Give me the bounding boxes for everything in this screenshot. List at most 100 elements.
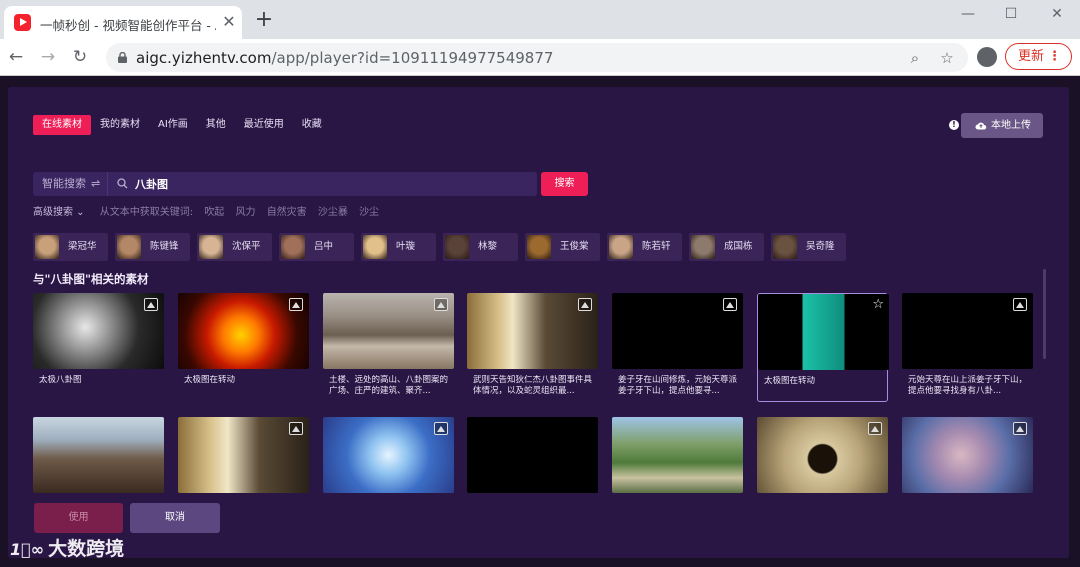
person-chip[interactable]: 林黎 (443, 233, 518, 261)
zoom-icon[interactable]: ⌕ (906, 49, 924, 67)
avatar (691, 235, 715, 259)
media-card[interactable]: 太极图在转动 (178, 293, 309, 402)
search-mode-select[interactable]: 智能搜索 ⇌ (33, 172, 108, 196)
upload-label: 本地上传 (991, 120, 1031, 131)
image-badge-icon (434, 422, 448, 435)
person-chip[interactable]: 吕中 (279, 233, 354, 261)
url-path: /app/player?id=10911194977549877 (271, 49, 554, 67)
bookmark-star-icon[interactable]: ☆ (938, 49, 956, 67)
media-thumbnail (757, 417, 888, 493)
search-button[interactable]: 搜索 (541, 172, 588, 196)
more-menu-icon[interactable]: ⋮ (1048, 44, 1061, 69)
avatar (199, 235, 223, 259)
avatar (363, 235, 387, 259)
window-close-icon[interactable]: ✕ (1047, 4, 1067, 24)
person-chip[interactable]: 陈键锋 (115, 233, 190, 261)
app-favicon-icon (14, 14, 31, 31)
minimize-icon[interactable]: — (958, 4, 978, 24)
media-card[interactable]: 元始天尊在山上派姜子牙下山，提点他要寻找身有八卦... (902, 293, 1033, 402)
media-card[interactable]: 姜子牙在山间修炼，元始天尊派姜子牙下山，提点他要寻... (612, 293, 743, 402)
media-card[interactable]: 土楼、远处的高山、八卦图案的广场、庄严的建筑、聚齐... (323, 293, 454, 402)
media-thumbnail (33, 293, 164, 369)
chrome-update-button[interactable]: 更新 ⋮ (1005, 43, 1072, 70)
update-label: 更新 (1018, 49, 1045, 64)
maximize-icon[interactable]: ☐ (1001, 4, 1021, 24)
tab-online-material[interactable]: 在线素材 (33, 115, 91, 135)
results-scrollbar[interactable] (1043, 269, 1046, 359)
avatar (281, 235, 305, 259)
reload-icon[interactable]: ↻ (70, 47, 90, 67)
tab-ai-painting[interactable]: AI作画 (149, 115, 197, 135)
tab-recent[interactable]: 最近使用 (235, 115, 293, 135)
local-upload-button[interactable]: 本地上传 (961, 113, 1043, 138)
avatar (609, 235, 633, 259)
favorite-star-icon[interactable]: ☆ (872, 297, 884, 312)
help-info-icon[interactable]: ! (949, 120, 959, 130)
browser-tabstrip: 一帧秒创 - 视频智能创作平台 - A ✕ + — ☐ ✕ (0, 0, 1080, 39)
search-input[interactable] (133, 172, 523, 196)
media-card[interactable]: 太极八卦图 (33, 293, 164, 402)
avatar (445, 235, 469, 259)
media-thumbnail (323, 293, 454, 369)
media-thumbnail (33, 417, 164, 493)
person-name: 林黎 (478, 241, 498, 252)
media-thumbnail (902, 293, 1033, 369)
media-card[interactable]: ☆ 太极图在转动 (757, 293, 889, 402)
keyword-chip[interactable]: 吹起 (204, 207, 224, 218)
cloud-upload-icon (975, 122, 987, 130)
person-chip[interactable]: 陈若轩 (607, 233, 682, 261)
person-name: 沈保平 (232, 241, 261, 252)
swap-icon: ⇌ (91, 177, 101, 190)
url-bar[interactable]: aigc.yizhentv.com/app/player?id=10911194… (106, 43, 968, 72)
media-thumbnail (178, 293, 309, 369)
media-thumbnail (467, 293, 598, 369)
avatar (117, 235, 141, 259)
keyword-chip[interactable]: 自然灾害 (267, 207, 307, 218)
person-filter-list: 梁冠华 陈键锋 沈保平 吕中 叶璇 林黎 王俊棠 陈若轩 成国栋 吴奇隆 (33, 233, 846, 261)
media-caption: 武则天告知狄仁杰八卦图事件具体情况，以及蛇灵组织最... (473, 375, 593, 396)
watermark-logo-icon: 1⃝∞ (10, 540, 45, 559)
search-bar: 智能搜索 ⇌ (33, 172, 537, 196)
image-badge-icon (723, 298, 737, 311)
tab-other[interactable]: 其他 (197, 115, 235, 135)
media-thumbnail (902, 417, 1033, 493)
keyword-chip[interactable]: 沙尘暴 (318, 207, 348, 218)
person-name: 陈键锋 (150, 241, 179, 252)
tab-title: 一帧秒创 - 视频智能创作平台 - A (40, 18, 216, 33)
tab-my-material[interactable]: 我的素材 (91, 115, 149, 135)
back-arrow-icon[interactable]: ← (6, 47, 26, 67)
person-chip[interactable]: 成国栋 (689, 233, 764, 261)
new-tab-icon[interactable]: + (254, 9, 274, 31)
person-name: 成国栋 (724, 241, 753, 252)
media-caption: 土楼、远处的高山、八卦图案的广场、庄严的建筑、聚齐... (329, 375, 449, 396)
cancel-button[interactable]: 取消 (130, 503, 220, 533)
image-badge-icon (144, 298, 158, 311)
media-thumbnail (178, 417, 309, 493)
image-badge-icon (578, 298, 592, 311)
tab-close-icon[interactable]: ✕ (220, 13, 238, 31)
tab-favorites[interactable]: 收藏 (293, 115, 331, 135)
advanced-search-row: 高级搜索 ⌄ 从文本中获取关键词: 吹起 风力 自然灾害 沙尘暴 沙尘 (33, 203, 379, 218)
keyword-chip[interactable]: 沙尘 (359, 207, 379, 218)
media-card[interactable]: 武则天告知狄仁杰八卦图事件具体情况，以及蛇灵组织最... (467, 293, 598, 402)
media-caption: 太极八卦图 (39, 375, 82, 385)
person-chip[interactable]: 王俊棠 (525, 233, 600, 261)
url-text: aigc.yizhentv.com/app/player?id=10911194… (136, 49, 553, 67)
image-badge-icon (1013, 298, 1027, 311)
media-caption: 元始天尊在山上派姜子牙下山，提点他要寻找身有八卦... (908, 375, 1028, 396)
person-chip[interactable]: 沈保平 (197, 233, 272, 261)
profile-avatar-icon[interactable] (977, 47, 997, 67)
browser-tab[interactable]: 一帧秒创 - 视频智能创作平台 - A ✕ (4, 6, 242, 39)
person-chip[interactable]: 叶璇 (361, 233, 436, 261)
keyword-chip[interactable]: 风力 (236, 207, 256, 218)
person-chip[interactable]: 梁冠华 (33, 233, 108, 261)
forward-arrow-icon[interactable]: → (38, 47, 58, 67)
image-badge-icon (868, 422, 882, 435)
person-name: 陈若轩 (642, 241, 671, 252)
use-button[interactable]: 使用 (34, 503, 123, 533)
avatar (773, 235, 797, 259)
advanced-search-toggle[interactable]: 高级搜索 ⌄ (33, 207, 85, 218)
watermark: 1⃝∞ 大数跨境 (10, 534, 124, 561)
avatar (527, 235, 551, 259)
person-chip[interactable]: 吴奇隆 (771, 233, 846, 261)
